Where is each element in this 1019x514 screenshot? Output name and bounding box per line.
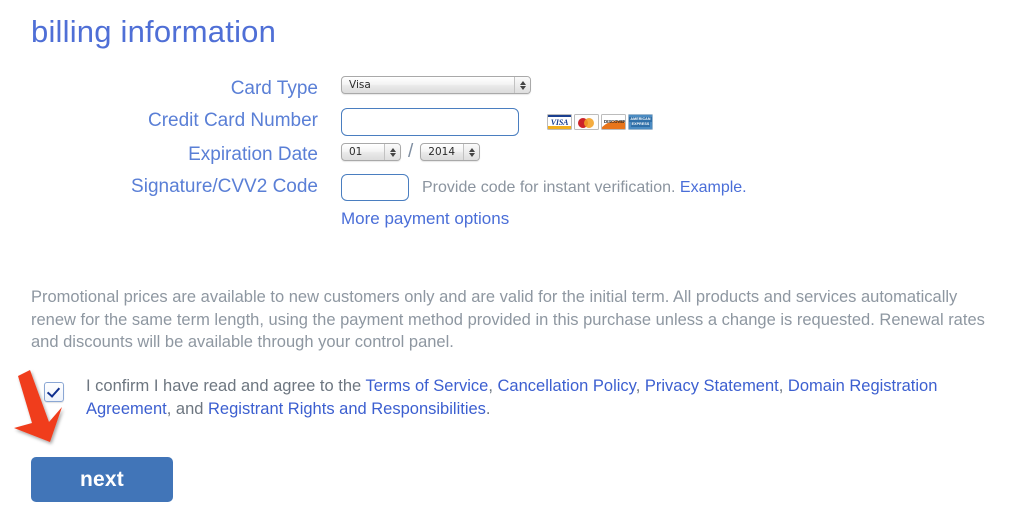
- terms-lead-text: I confirm I have read and agree to the: [86, 377, 366, 395]
- visa-logo-icon: VISA: [547, 114, 572, 130]
- card-type-selected-value: Visa: [349, 79, 371, 91]
- billing-form: Card Type Visa Credit Card Number VISA D…: [0, 76, 1019, 231]
- stepper-arrows-icon: [514, 77, 530, 93]
- page-title: billing information: [31, 14, 277, 49]
- discover-logo-text: DISCOVER: [604, 118, 626, 124]
- amex-logo-line2: EXPRESS: [630, 122, 651, 127]
- stepper-arrows-icon: [463, 144, 480, 160]
- card-type-select[interactable]: Visa: [341, 76, 531, 94]
- card-number-input[interactable]: [341, 108, 519, 136]
- terms-confirmation-row: I confirm I have read and agree to the T…: [44, 375, 1016, 420]
- expiration-year-value: 2014: [428, 146, 456, 158]
- accepted-card-logos: VISA DISCOVER AMERICAN EXPRESS: [547, 114, 653, 130]
- expiration-separator: /: [408, 141, 414, 162]
- expiration-field: 01 / 2014: [341, 141, 481, 162]
- form-row-expiration: Expiration Date 01 / 2014: [0, 142, 1019, 168]
- cvv-label: Signature/CVV2 Code: [131, 176, 318, 197]
- more-payment-options-row: More payment options: [0, 207, 1019, 231]
- terms-of-service-link[interactable]: Terms of Service: [365, 377, 488, 395]
- cvv-example-link[interactable]: Example.: [680, 179, 747, 196]
- sep-2: ,: [635, 377, 645, 395]
- card-number-field: VISA DISCOVER AMERICAN EXPRESS: [341, 108, 653, 136]
- form-row-card-number: Credit Card Number VISA DISCOVER AMERICA…: [0, 108, 1019, 136]
- promotional-disclaimer: Promotional prices are available to new …: [31, 288, 985, 351]
- expiration-label: Expiration Date: [188, 144, 318, 165]
- cancellation-policy-link[interactable]: Cancellation Policy: [498, 377, 636, 395]
- card-type-label: Card Type: [230, 78, 318, 99]
- registrant-rights-link[interactable]: Registrant Rights and Responsibilities: [208, 400, 486, 418]
- terms-agreement-text: I confirm I have read and agree to the T…: [86, 375, 1016, 420]
- expiration-month-value: 01: [349, 146, 363, 158]
- terms-agreement-checkbox[interactable]: [44, 382, 64, 402]
- privacy-statement-link[interactable]: Privacy Statement: [645, 377, 779, 395]
- cvv-input[interactable]: [341, 174, 409, 201]
- cvv-field: Provide code for instant verification. E…: [341, 174, 747, 201]
- form-row-card-type: Card Type Visa: [0, 76, 1019, 102]
- card-type-field: Visa: [341, 76, 531, 94]
- terms-period: .: [485, 399, 491, 418]
- sep-4: ,: [166, 399, 176, 418]
- amex-logo-icon: AMERICAN EXPRESS: [628, 114, 653, 130]
- more-payment-options-link[interactable]: More payment options: [341, 207, 509, 231]
- visa-logo-text: VISA: [550, 117, 569, 127]
- sep-1: ,: [488, 377, 498, 395]
- expiration-month-select[interactable]: 01: [341, 143, 401, 161]
- sep-3: ,: [778, 377, 788, 395]
- mastercard-logo-icon: [574, 114, 599, 130]
- stepper-arrows-icon: [384, 144, 400, 160]
- cvv-hint: Provide code for instant verification. E…: [422, 175, 747, 201]
- conjunction-text: and: [175, 399, 209, 418]
- cvv-hint-text: Provide code for instant verification.: [422, 178, 676, 196]
- form-row-cvv: Signature/CVV2 Code Provide code for ins…: [0, 174, 1019, 201]
- next-button[interactable]: next: [31, 457, 173, 502]
- discover-logo-icon: DISCOVER: [601, 114, 626, 130]
- card-number-label: Credit Card Number: [148, 110, 318, 131]
- expiration-year-select[interactable]: 2014: [420, 143, 481, 161]
